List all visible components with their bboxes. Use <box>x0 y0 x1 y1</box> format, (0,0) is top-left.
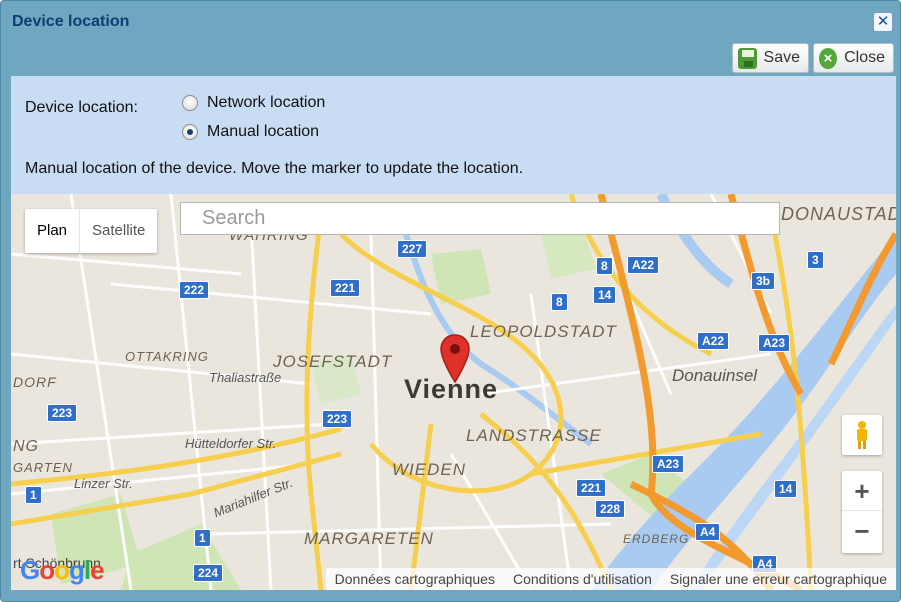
route-shield: 8 <box>596 257 613 275</box>
network-location-label: Network location <box>207 94 326 111</box>
zoom-out-button[interactable]: − <box>842 511 882 551</box>
location-marker-icon[interactable] <box>439 334 471 384</box>
street-label: Hütteldorfer Str. <box>185 436 277 451</box>
route-shield: A22 <box>627 256 660 274</box>
street-label: Linzer Str. <box>74 476 133 491</box>
tab-plan[interactable]: Plan <box>25 209 81 253</box>
network-location-option[interactable]: Network location <box>182 94 325 112</box>
title-bar: Device location ✕ <box>1 1 900 43</box>
map-data-link[interactable]: Données cartographiques <box>326 568 504 590</box>
route-shield: A22 <box>697 332 730 350</box>
close-button-label: Close <box>844 49 885 66</box>
route-shield: 223 <box>47 404 78 422</box>
floppy-disk-icon <box>738 47 757 69</box>
route-shield: 14 <box>774 480 798 498</box>
route-shield: 222 <box>179 281 210 299</box>
google-logo[interactable]: Google <box>20 555 105 586</box>
district-label: WIEDEN <box>392 460 466 479</box>
district-label: MARGARETEN <box>304 529 434 548</box>
route-shield: 224 <box>193 564 224 582</box>
location-options-panel: Device location: Network location Manual… <box>11 76 896 194</box>
tab-satellite[interactable]: Satellite <box>80 209 157 253</box>
network-location-radio[interactable] <box>182 95 198 111</box>
close-icon[interactable]: ✕ <box>873 12 893 32</box>
street-label: Thaliastraße <box>209 370 282 385</box>
map-view[interactable]: WÄHRING LEOPOLDSTADT JOSEFSTADT OTTAKRIN… <box>11 194 896 590</box>
route-shield: 221 <box>576 479 607 497</box>
manual-location-option[interactable]: Manual location <box>182 123 319 141</box>
route-shield: 1 <box>194 529 211 547</box>
route-shield: 223 <box>322 410 353 428</box>
device-location-label: Device location: <box>25 99 138 116</box>
district-label: OTTAKRING <box>125 349 209 364</box>
island-label: Donauinsel <box>672 366 758 385</box>
route-shield: 228 <box>595 500 626 518</box>
route-shield: 1 <box>25 486 42 504</box>
close-button[interactable]: × Close <box>813 43 894 73</box>
district-label: JOSEFSTADT <box>273 352 393 371</box>
report-map-error-link[interactable]: Signaler une erreur cartographique <box>661 568 896 590</box>
search-input[interactable] <box>180 202 780 235</box>
save-button[interactable]: Save <box>732 43 809 73</box>
district-label: LANDSTRASSE <box>466 426 602 445</box>
street-view-pegman-icon[interactable] <box>842 415 882 455</box>
district-label: GARTEN <box>13 460 73 475</box>
route-shield: A4 <box>695 523 721 541</box>
route-shield: A23 <box>758 334 791 352</box>
route-shield: 227 <box>397 240 428 258</box>
save-button-label: Save <box>763 49 800 66</box>
manual-location-radio[interactable] <box>182 124 198 140</box>
map-attribution-bar: Données cartographiques Conditions d'uti… <box>325 568 896 590</box>
manual-location-label: Manual location <box>207 123 320 140</box>
close-circle-icon: × <box>819 47 838 69</box>
terms-of-use-link[interactable]: Conditions d'utilisation <box>504 568 661 590</box>
route-shield: 3 <box>807 251 824 269</box>
route-shield: A23 <box>652 455 685 473</box>
district-label: ERDBERG <box>623 532 690 546</box>
route-shield: 3b <box>751 272 776 290</box>
route-shield: 8 <box>551 293 568 311</box>
district-label: NG <box>13 438 39 455</box>
zoom-control: + − <box>842 471 882 553</box>
district-label: DONAUSTAD <box>781 204 896 224</box>
district-label: DORF <box>13 374 57 390</box>
zoom-in-button[interactable]: + <box>842 471 882 511</box>
help-text: Manual location of the device. Move the … <box>25 160 524 177</box>
route-shield: 14 <box>593 286 617 304</box>
route-shield: 221 <box>330 279 361 297</box>
dialog-title: Device location <box>12 13 130 30</box>
district-label: LEOPOLDSTADT <box>470 322 617 341</box>
device-location-dialog: Device location ✕ Save × Close Device lo… <box>0 0 901 602</box>
map-type-control: Plan Satellite <box>25 209 158 253</box>
